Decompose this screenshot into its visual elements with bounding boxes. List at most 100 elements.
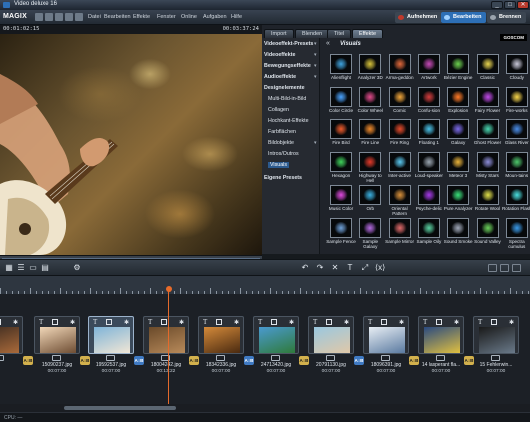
star-icon[interactable]: ✱	[234, 319, 239, 326]
expand-arrow-icon[interactable]: ▾	[314, 63, 317, 69]
clip-preview-icon[interactable]	[0, 355, 4, 361]
star-icon[interactable]: ✱	[13, 319, 18, 326]
visual-effect-item[interactable]: Sample Galaxy	[357, 217, 385, 254]
visual-effect-item[interactable]: Alienflight	[328, 54, 356, 90]
clip-preview-icon[interactable]	[491, 355, 500, 361]
tree-item[interactable]: Hochkant-Effekte	[268, 118, 309, 124]
view-options-icon[interactable]	[512, 264, 521, 272]
visual-effect-item[interactable]: Confu-sion	[416, 86, 444, 123]
title-icon[interactable]: T	[203, 318, 207, 326]
visual-effect-item[interactable]: Misty Stars	[475, 152, 503, 188]
visual-effect-item[interactable]: Oriental Pattern	[387, 184, 415, 221]
visual-effect-item[interactable]: Sound Smoke	[444, 217, 473, 254]
menu-aufgaben[interactable]: Aufgaben	[203, 14, 227, 20]
visual-effect-item[interactable]: Pure Analyzer	[444, 184, 473, 221]
clip-preview-icon[interactable]	[381, 355, 390, 361]
visual-effect-item[interactable]: Moun-tains	[504, 152, 530, 188]
minimize-button[interactable]: _	[491, 1, 503, 9]
transition-button[interactable]: A↕B	[189, 356, 199, 365]
visual-effect-item[interactable]: Floating 1	[416, 119, 444, 155]
zoom-out-icon[interactable]	[488, 264, 497, 272]
title-icon[interactable]: T	[93, 318, 97, 326]
visual-effect-item[interactable]: Analyzer 3D	[357, 54, 385, 90]
visual-effect-item[interactable]: Artwork	[416, 54, 444, 90]
title-icon[interactable]: T	[423, 318, 427, 326]
tree-item[interactable]: Collagen	[268, 107, 289, 113]
visual-effect-item[interactable]: Classic	[475, 54, 503, 90]
storyboard-clip[interactable]: T ✱ 15090237.jpg 00:07:00	[34, 316, 80, 392]
clip-preview-icon[interactable]	[216, 355, 225, 361]
visual-effect-item[interactable]: Sample Fence	[326, 217, 356, 254]
storyboard-clip[interactable]: T✱	[0, 316, 23, 392]
transition-button[interactable]: A↕B	[299, 356, 309, 365]
clip-preview-icon[interactable]	[271, 355, 280, 361]
visual-effect-item[interactable]: Color Circle	[328, 86, 356, 123]
tab-effekte[interactable]: Effekte	[352, 29, 384, 38]
storyboard-clip[interactable]: T ✱ 20791130.jpg 00:07:00	[308, 316, 354, 392]
effects-icon[interactable]	[436, 319, 442, 325]
tree-item[interactable]: Multi-Bild-in-Bild	[268, 96, 306, 102]
transition-button[interactable]: A↕B	[409, 356, 419, 365]
transition-button[interactable]: A↕B	[80, 356, 90, 365]
title-icon[interactable]: T	[39, 318, 43, 326]
transition-button[interactable]: A↕B	[23, 356, 33, 365]
visual-effect-item[interactable]: Cloudy	[504, 54, 530, 90]
clip-preview-icon[interactable]	[436, 355, 445, 361]
visual-effect-item[interactable]: Comic	[387, 86, 415, 123]
visual-effect-item[interactable]: Inter-active	[387, 152, 415, 188]
overview-mode-icon[interactable]: ▤	[40, 263, 50, 273]
visual-effect-item[interactable]: Sound Valley	[474, 217, 503, 254]
tree-item[interactable]: Eigene Presets	[264, 175, 302, 181]
visual-effect-item[interactable]: Ghost Flower	[474, 119, 503, 155]
visual-effect-item[interactable]: Rotate Wool	[475, 184, 503, 221]
timeline-ruler[interactable]	[0, 276, 530, 294]
tree-item[interactable]: Bewegungseffekte	[264, 63, 311, 69]
new-project-icon[interactable]	[35, 13, 43, 21]
settings-icon[interactable]: ⚙	[72, 263, 82, 273]
storyboard-mode-icon[interactable]: ▦	[4, 263, 14, 273]
title-icon[interactable]: T	[258, 318, 262, 326]
expand-arrow-icon[interactable]: ▾	[314, 41, 317, 47]
visual-effect-item[interactable]: Music Color	[328, 184, 356, 221]
expand-arrow-icon[interactable]: ▾	[314, 52, 317, 58]
star-icon[interactable]: ✱	[454, 319, 459, 326]
star-icon[interactable]: ✱	[124, 319, 129, 326]
clip-preview-icon[interactable]	[106, 355, 115, 361]
effects-icon[interactable]	[161, 319, 167, 325]
tree-item[interactable]: Intros/Outros	[268, 151, 299, 157]
star-icon[interactable]: ✱	[344, 319, 349, 326]
horizontal-scrollbar[interactable]	[0, 404, 530, 412]
mode-bearbeiten-button[interactable]: Bearbeiten	[441, 12, 487, 23]
storyboard-clip[interactable]: T ✱ 18096391.jpg 00:07:00	[363, 316, 409, 392]
visual-effect-item[interactable]: Highway to Hell	[357, 152, 385, 188]
visual-effect-item[interactable]: Bézier Engine	[444, 54, 473, 90]
tab-import[interactable]: Import	[264, 29, 294, 38]
storyboard-clip[interactable]: T ✱ 24713420.jpg 00:07:00	[253, 316, 299, 392]
title-icon[interactable]: T	[345, 263, 355, 273]
tree-item[interactable]: Audioeffekte	[264, 74, 296, 80]
visual-effect-item[interactable]: Fairy Flower	[475, 86, 503, 123]
storyboard-clip[interactable]: T ✱ 18004242.jpg 00:13:22	[143, 316, 189, 392]
visual-effect-item[interactable]: Color Wheel	[357, 86, 385, 123]
visual-effect-item[interactable]: Arma-geddon	[386, 54, 415, 90]
fx-icon[interactable]: ⟨x⟩	[375, 263, 385, 273]
visual-effect-item[interactable]: Glass River	[504, 119, 530, 155]
scene-mode-icon[interactable]: ▭	[28, 263, 38, 273]
tree-item[interactable]: Designelemente	[264, 85, 305, 91]
title-icon[interactable]: T	[478, 318, 482, 326]
back-button[interactable]: «	[326, 40, 330, 47]
delete-icon[interactable]: ✕	[330, 263, 340, 273]
tree-item[interactable]: Farbflächen	[268, 129, 296, 135]
effects-icon[interactable]	[106, 319, 112, 325]
clip-preview-icon[interactable]	[326, 355, 335, 361]
playhead-handle[interactable]	[166, 286, 172, 292]
star-icon[interactable]: ✱	[509, 319, 514, 326]
playhead-line[interactable]	[168, 290, 169, 412]
visual-effect-item[interactable]: Fire Bird	[328, 119, 356, 155]
redo-toolbar-icon[interactable]	[75, 13, 83, 21]
menu-datei[interactable]: Datei	[88, 14, 101, 20]
visual-effect-item[interactable]: Sample Oily	[416, 217, 444, 254]
visual-effect-item[interactable]: Fire Line	[357, 119, 385, 155]
tree-item[interactable]: Videoeffekt-Presets	[264, 41, 313, 47]
save-icon[interactable]	[55, 13, 63, 21]
